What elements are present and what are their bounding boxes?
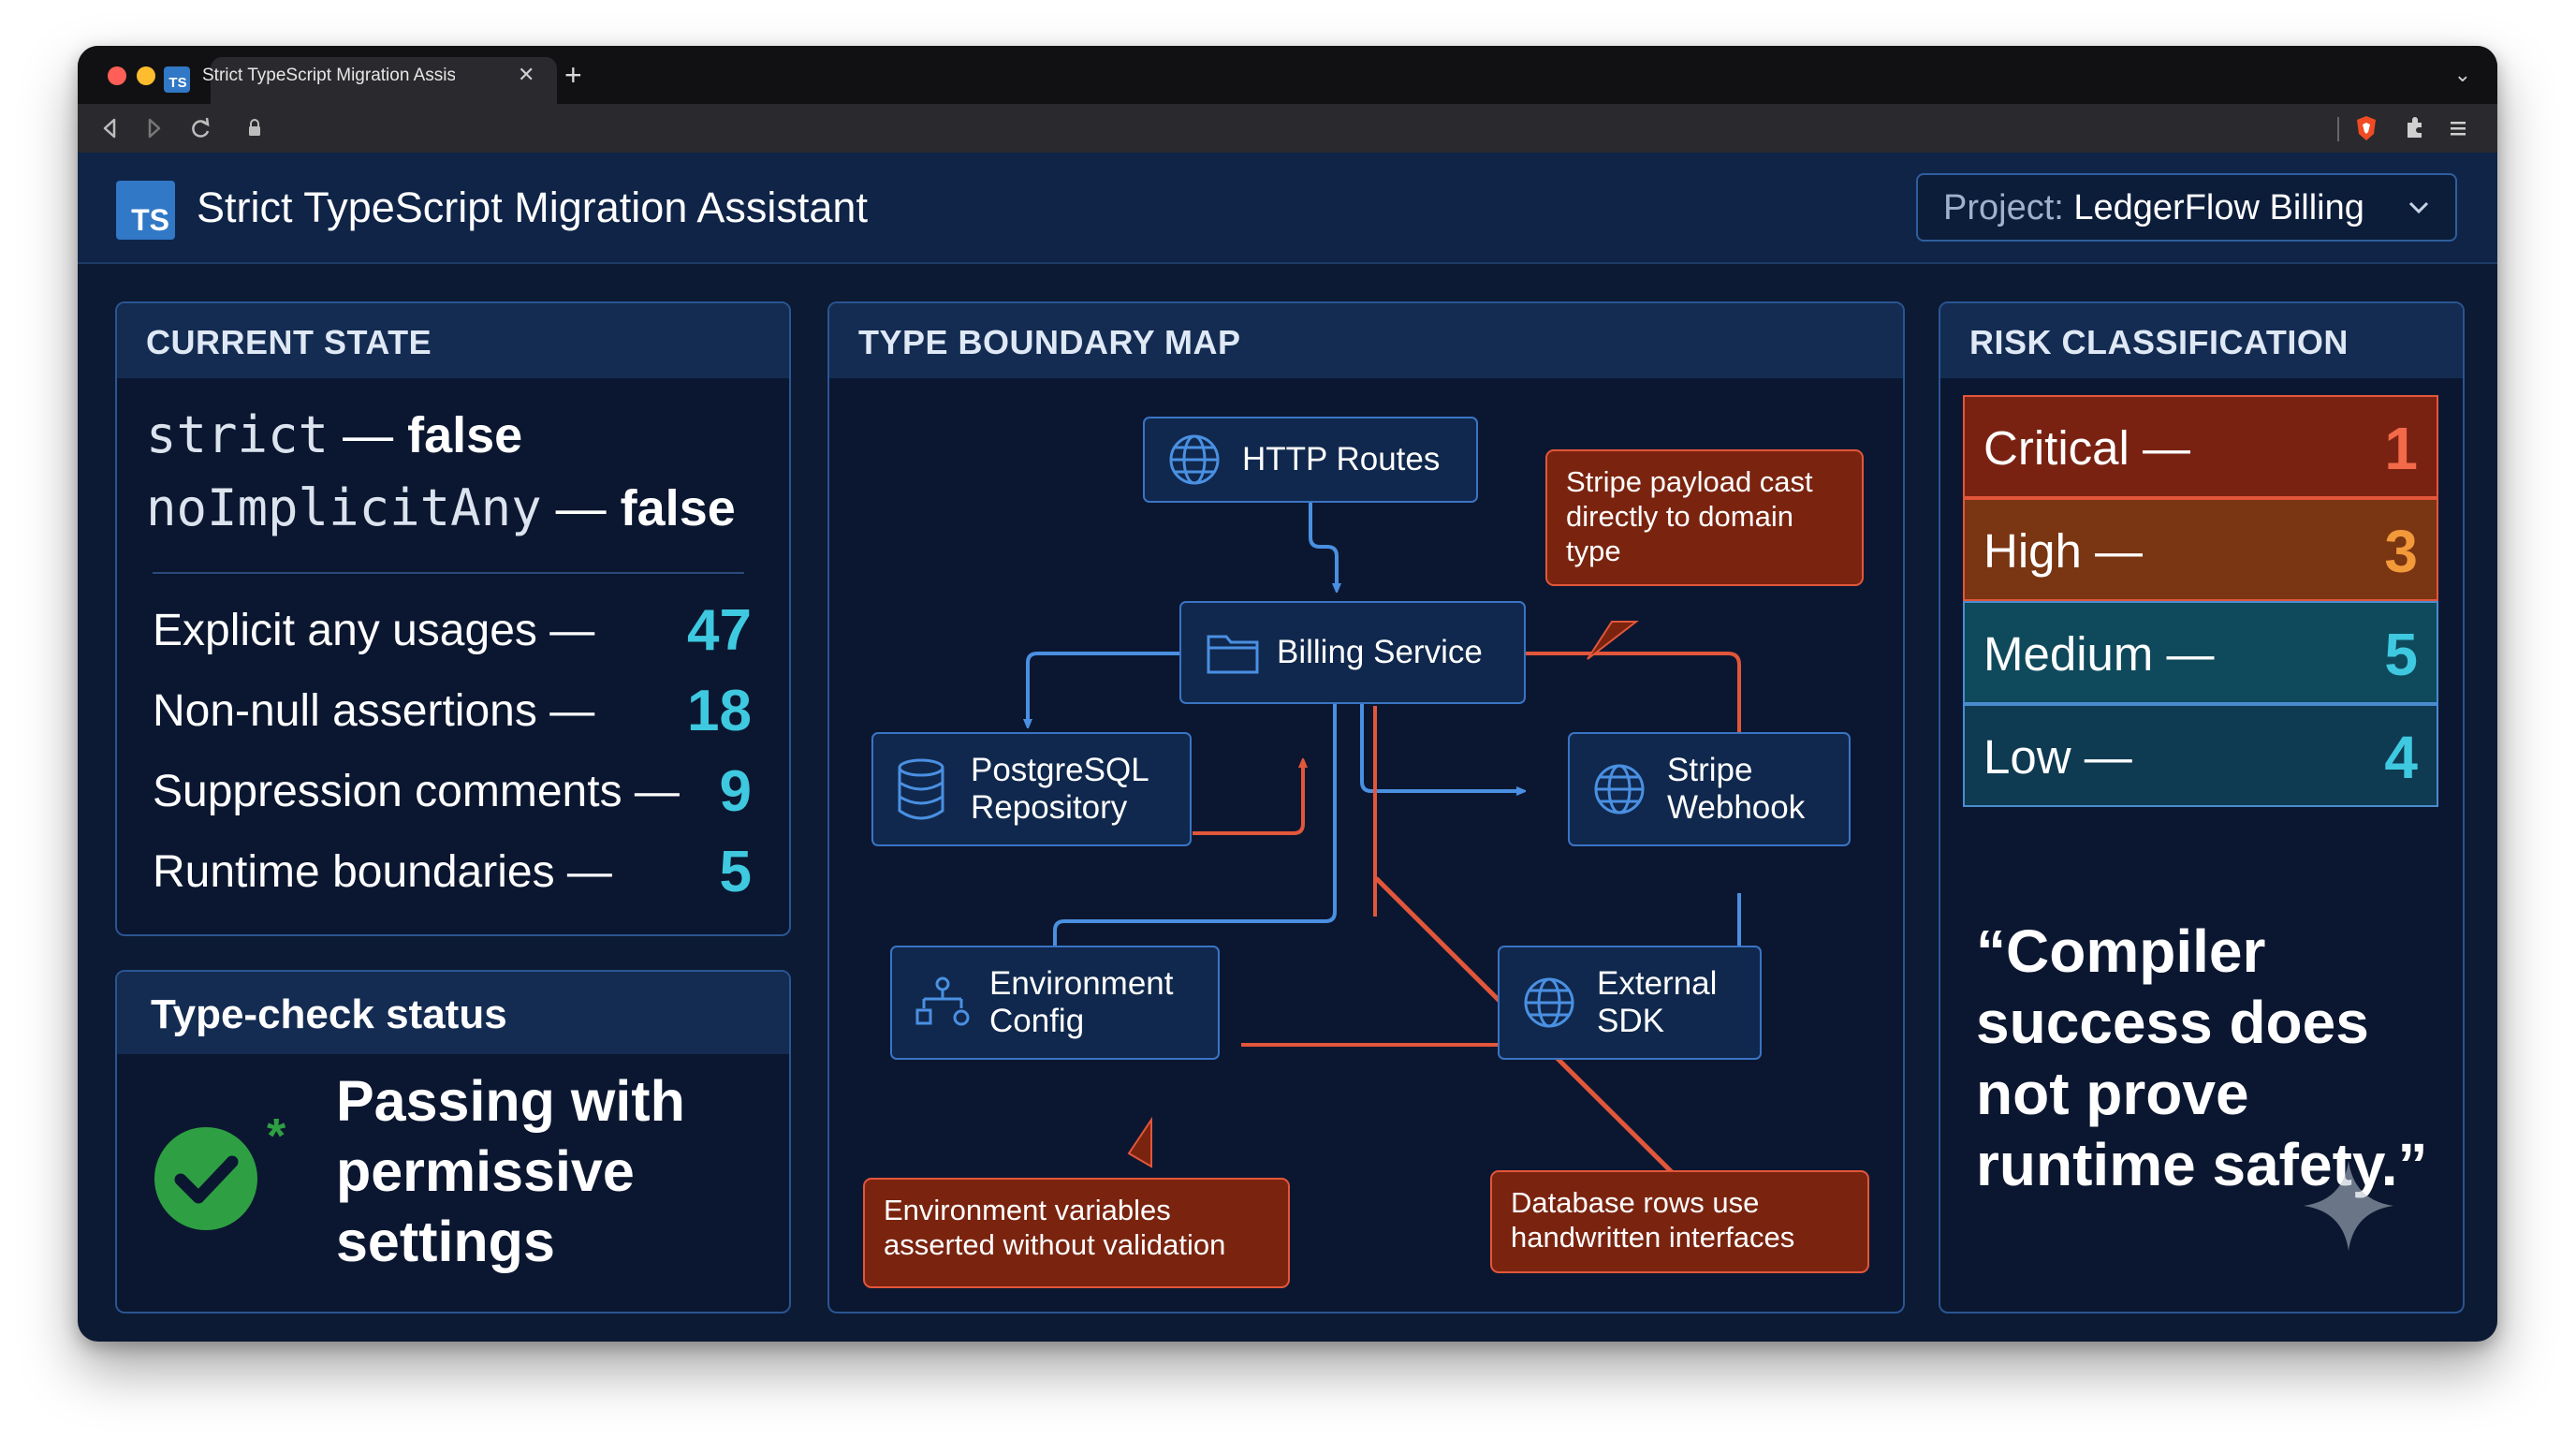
logo-text: TS	[131, 203, 169, 237]
node-label: Billing Service	[1277, 634, 1483, 670]
address-divider	[2337, 117, 2339, 141]
risk-row-critical[interactable]: Critical — 1	[1963, 395, 2438, 498]
metric-label: Runtime boundaries —	[153, 847, 612, 897]
flag-name: noImplicitAny	[146, 478, 542, 537]
metric-value: 9	[719, 759, 752, 824]
back-icon[interactable]	[100, 104, 119, 153]
node-label: PostgreSQL Repository	[971, 752, 1149, 826]
edge-postgres-billing	[1193, 762, 1303, 835]
brave-shield-icon[interactable]	[2354, 104, 2378, 153]
metric-label: Explicit any usages —	[153, 606, 595, 655]
node-label: Stripe Webhook	[1667, 752, 1806, 826]
risk-count: 1	[2384, 415, 2418, 482]
metric-non-null-assertions: Non-null assertions — 18	[153, 679, 752, 744]
risk-row-medium[interactable]: Medium — 5	[1963, 601, 2438, 704]
risk-label: Low —	[1983, 730, 2132, 784]
risk-row-high[interactable]: High — 3	[1963, 498, 2438, 601]
metric-label: Non-null assertions —	[153, 686, 595, 736]
project-value: LedgerFlow Billing	[2073, 188, 2364, 227]
node-external-sdk[interactable]: External SDK	[1498, 946, 1762, 1060]
node-label: Environment Config	[989, 965, 1174, 1039]
callout-stripe-payload: Stripe payload cast directly to domain t…	[1545, 449, 1864, 586]
address-bar	[78, 104, 2497, 153]
metric-explicit-any: Explicit any usages — 47	[153, 598, 752, 664]
node-label: External SDK	[1597, 965, 1718, 1039]
new-tab-icon[interactable]: +	[564, 46, 582, 104]
flag-name: strict	[146, 405, 329, 464]
type-check-panel: Type-check status * Passing with permiss…	[115, 970, 791, 1313]
extensions-icon[interactable]	[2403, 104, 2425, 153]
divider	[153, 572, 744, 574]
callout-env-vars: Environment variables asserted without v…	[863, 1178, 1290, 1288]
globe-icon	[1524, 977, 1574, 1028]
node-label: HTTP Routes	[1242, 441, 1441, 477]
risk-row-low[interactable]: Low — 4	[1963, 704, 2438, 807]
type-check-status: Passing with permissive settings	[336, 1069, 685, 1273]
risk-label: Critical —	[1983, 421, 2191, 475]
checkmark-icon	[154, 1127, 257, 1230]
risk-count: 3	[2384, 518, 2418, 585]
tab-list-chevron-icon[interactable]: ⌄	[2454, 46, 2471, 104]
risk-count: 4	[2384, 724, 2418, 791]
tab-close-icon[interactable]: ✕	[518, 46, 534, 104]
metric-value: 5	[719, 840, 752, 904]
app-title: Strict TypeScript Migration Assistant	[197, 183, 868, 231]
node-environment-config[interactable]: Environment Config	[890, 946, 1220, 1060]
folder-icon	[1207, 635, 1259, 674]
metric-runtime-boundaries: Runtime boundaries — 5	[153, 840, 752, 905]
database-icon	[898, 758, 944, 820]
metric-label: Suppression comments —	[153, 767, 680, 816]
flag-value: false	[620, 480, 736, 536]
risk-classification-panel: RISK CLASSIFICATION Critical — 1 High — …	[1939, 301, 2465, 1313]
menu-icon[interactable]	[2448, 104, 2468, 153]
metric-suppression-comments: Suppression comments — 9	[153, 759, 752, 825]
node-http-routes[interactable]: HTTP Routes	[1143, 417, 1478, 503]
globe-icon	[1169, 434, 1220, 485]
lock-icon	[246, 104, 263, 153]
reload-icon[interactable]	[188, 104, 212, 153]
asterisk-mark: *	[267, 1109, 286, 1164]
node-postgresql-repository[interactable]: PostgreSQL Repository	[871, 732, 1192, 846]
type-check-heading: Type-check status	[117, 972, 789, 1054]
type-boundary-map-panel: TYPE BOUNDARY MAP HTTP Routes Billing Se…	[827, 301, 1905, 1313]
url-field[interactable]	[302, 108, 2408, 149]
edge-billing-stripe	[1360, 704, 1522, 791]
globe-icon	[1594, 764, 1645, 814]
project-selector[interactable]: Project: LedgerFlow Billing	[1916, 173, 2457, 242]
tab-bar: TS Strict TypeScript Migration Assistant…	[78, 46, 2497, 104]
edge-http-billing	[1309, 503, 1337, 589]
browser-window: TS Strict TypeScript Migration Assistant…	[78, 46, 2497, 1342]
chevron-down-icon	[2407, 175, 2431, 265]
typescript-favicon-icon: TS	[164, 66, 190, 93]
risk-count: 5	[2384, 621, 2418, 688]
flag-value: false	[407, 407, 523, 463]
risk-heading: RISK CLASSIFICATION	[1940, 303, 2463, 378]
typescript-logo: TS	[116, 181, 175, 240]
minimize-window-dot[interactable]	[137, 66, 155, 85]
forward-icon[interactable]	[145, 104, 164, 153]
flag-no-implicit-any: noImplicitAny — false	[146, 478, 736, 537]
node-billing-service[interactable]: Billing Service	[1179, 601, 1526, 704]
callout-pointer-env	[1127, 1116, 1152, 1168]
current-state-panel: CURRENT STATE strict — false noImplicitA…	[115, 301, 791, 936]
hierarchy-icon	[915, 976, 970, 1026]
metric-value: 18	[687, 679, 752, 743]
node-stripe-webhook[interactable]: Stripe Webhook	[1568, 732, 1851, 846]
edge-billing-postgres	[1028, 652, 1179, 725]
current-state-heading: CURRENT STATE	[117, 303, 789, 378]
callout-db-rows: Database rows use handwritten interfaces	[1490, 1170, 1869, 1273]
close-window-dot[interactable]	[108, 66, 126, 85]
metric-value: 47	[687, 598, 752, 663]
flag-strict: strict — false	[146, 405, 523, 464]
app-header: TS Strict TypeScript Migration Assistant…	[78, 153, 2497, 264]
tab-title: Strict TypeScript Migration Assistant	[202, 66, 455, 85]
project-label: Project:	[1943, 188, 2064, 227]
risk-label: High —	[1983, 524, 2144, 578]
risk-label: Medium —	[1983, 627, 2215, 681]
sparkle-icon	[2304, 1161, 2393, 1251]
